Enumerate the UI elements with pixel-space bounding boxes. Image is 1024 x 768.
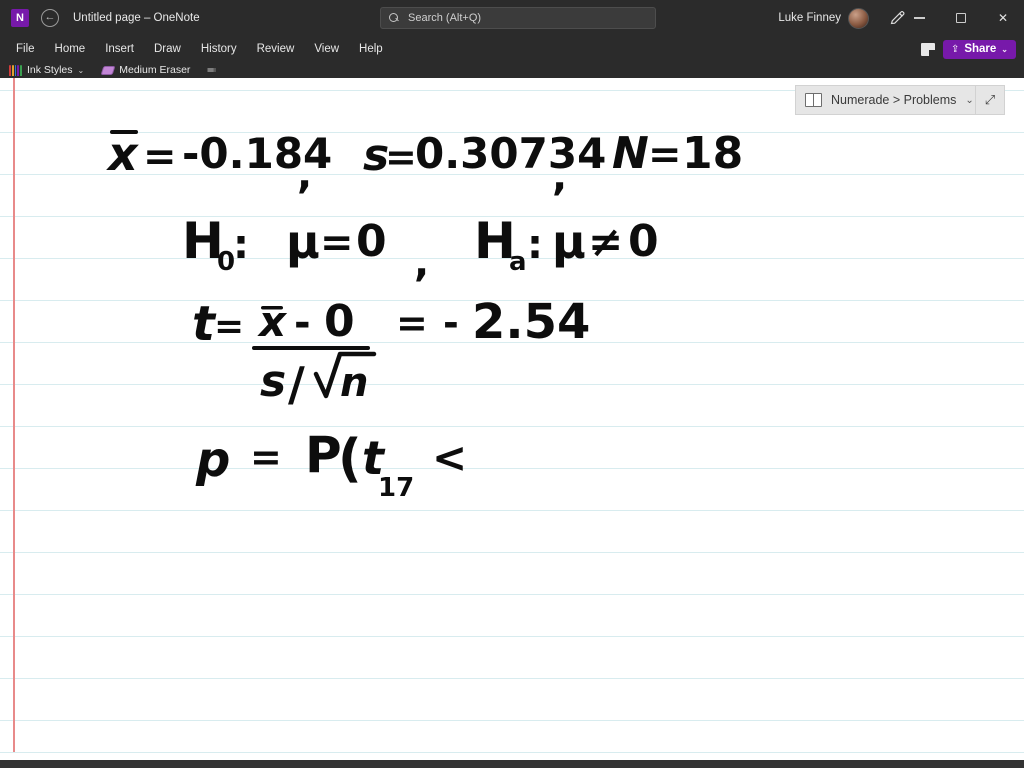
onenote-window: N ← Untitled page – OneNote Search (Alt+…	[0, 0, 1024, 768]
svg-text:=: =	[396, 301, 428, 345]
svg-text:=: =	[385, 135, 417, 179]
maximize-button[interactable]	[940, 0, 982, 36]
tab-help[interactable]: Help	[349, 36, 393, 62]
expand-diagonal-icon: ⤢	[984, 92, 996, 107]
page-canvas[interactable]: x = -0.184 , s = 0.30734 , N = 18 H 0 : …	[0, 78, 1024, 760]
ink-styles-label: Ink Styles	[27, 64, 73, 76]
ink-pens-icon	[9, 64, 22, 76]
tab-home[interactable]: Home	[45, 36, 96, 62]
title-bar: N ← Untitled page – OneNote Search (Alt+…	[0, 0, 1024, 36]
svg-text:x: x	[106, 127, 139, 181]
chevron-down-icon[interactable]: ⌄	[965, 95, 973, 106]
notebook-icon	[805, 92, 822, 108]
svg-text::: :	[527, 222, 543, 268]
svg-text:μ: μ	[552, 215, 586, 269]
svg-text:=: =	[320, 220, 354, 266]
tab-insert[interactable]: Insert	[95, 36, 144, 62]
chevron-down-icon: ⌄	[77, 65, 85, 75]
close-icon: ✕	[997, 11, 1009, 25]
tab-draw[interactable]: Draw	[144, 36, 191, 62]
svg-text:2.54: 2.54	[472, 294, 590, 350]
search-icon	[389, 12, 400, 24]
sticky-note-icon[interactable]	[920, 42, 935, 56]
chevron-down-icon: ⌄	[1001, 44, 1008, 54]
svg-text:0: 0	[628, 216, 659, 267]
svg-text:=: =	[143, 134, 177, 180]
svg-text:=: =	[214, 306, 244, 347]
eraser-icon	[100, 65, 116, 75]
svg-text:-: -	[443, 301, 459, 345]
svg-text:(: (	[338, 429, 362, 489]
back-arrow-icon[interactable]: ←	[41, 9, 59, 27]
close-button[interactable]: ✕	[982, 0, 1024, 36]
breadcrumb-label: Numerade > Problems	[831, 93, 957, 107]
tab-view[interactable]: View	[304, 36, 349, 62]
medium-eraser-button[interactable]: Medium Eraser	[100, 64, 191, 76]
expand-button[interactable]: ⤢	[975, 85, 1005, 115]
onenote-icon-letter: N	[16, 11, 24, 24]
svg-text:N: N	[612, 128, 649, 179]
svg-text:18: 18	[682, 128, 743, 179]
svg-text:0: 0	[356, 216, 387, 267]
svg-text::: :	[233, 222, 249, 268]
ink-strokes: x = -0.184 , s = 0.30734 , N = 18 H 0 : …	[106, 127, 743, 503]
account-area[interactable]: Luke Finney	[778, 0, 869, 36]
maximize-icon	[956, 13, 966, 23]
ink-line-hypotheses: H 0 : μ = 0 , H a : μ ≠ 0	[182, 212, 659, 286]
ink-line-t-statistic: t = x - 0 s / n = - 2.54	[192, 294, 590, 411]
share-icon: ⇪	[950, 43, 960, 55]
svg-text:x: x	[257, 297, 288, 346]
bottom-bar	[0, 760, 1024, 768]
svg-text:=: =	[648, 132, 682, 178]
svg-text:<: <	[432, 433, 467, 482]
tab-review[interactable]: Review	[247, 36, 305, 62]
svg-text:≠: ≠	[588, 217, 623, 266]
svg-text:17: 17	[378, 473, 414, 503]
avatar[interactable]	[848, 7, 869, 29]
overflow-icon[interactable]: ≕	[206, 65, 216, 76]
svg-text:,: ,	[297, 152, 312, 198]
ink-line-p-value: p = P ( t 17 <	[195, 426, 467, 503]
window-title: Untitled page – OneNote	[73, 12, 200, 24]
svg-text:s: s	[260, 356, 286, 407]
svg-text:μ: μ	[286, 215, 320, 269]
svg-text:0.30734: 0.30734	[415, 129, 606, 178]
ink-styles-button[interactable]: Ink Styles ⌄	[9, 64, 84, 76]
svg-text:P: P	[305, 426, 342, 484]
svg-text:-: -	[294, 300, 311, 346]
svg-text:=: =	[250, 435, 282, 479]
user-name: Luke Finney	[778, 12, 841, 24]
minimize-icon	[913, 17, 925, 19]
draw-tool-strip: Ink Styles ⌄ Medium Eraser ≕	[0, 62, 1024, 78]
breadcrumb[interactable]: Numerade > Problems ⌄	[795, 85, 985, 115]
ribbon-right-group: ⇪ Share ⌄	[920, 36, 1024, 62]
svg-text:a: a	[509, 247, 527, 277]
tab-history[interactable]: History	[191, 36, 247, 62]
ribbon-tab-bar: File Home Insert Draw History Review Vie…	[0, 36, 1024, 62]
svg-text:,: ,	[414, 240, 429, 286]
medium-eraser-label: Medium Eraser	[119, 64, 191, 76]
svg-text:0: 0	[324, 296, 355, 347]
tab-file[interactable]: File	[6, 36, 45, 62]
svg-text:/: /	[288, 357, 305, 411]
share-button-label: Share	[964, 43, 997, 55]
search-input[interactable]: Search (Alt+Q)	[408, 12, 481, 24]
ink-line-stats-summary: x = -0.184 , s = 0.30734 , N = 18	[106, 127, 743, 200]
svg-text:n: n	[340, 360, 368, 406]
svg-text:,: ,	[552, 154, 567, 200]
minimize-button[interactable]	[898, 0, 940, 36]
svg-text:p: p	[195, 432, 230, 488]
search-box[interactable]: Search (Alt+Q)	[380, 7, 656, 29]
share-button[interactable]: ⇪ Share ⌄	[942, 39, 1016, 59]
onenote-icon: N	[11, 9, 29, 27]
